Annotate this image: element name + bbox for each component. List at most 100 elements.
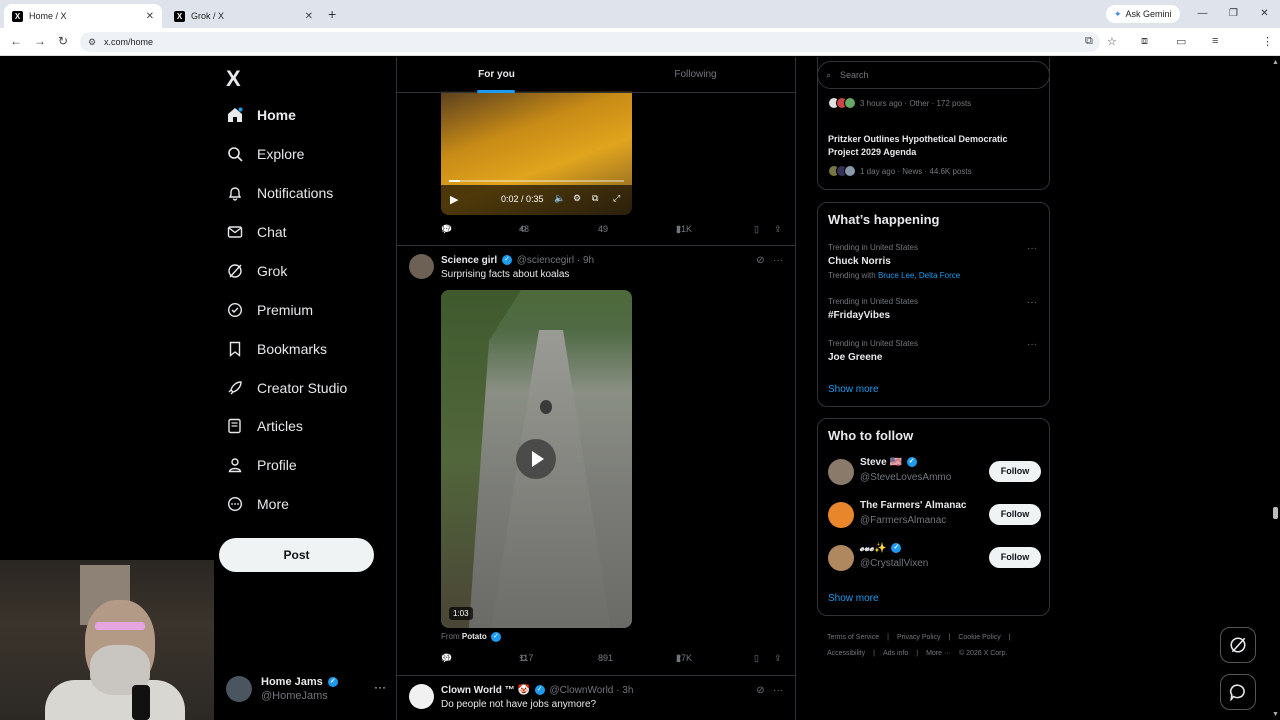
avatar[interactable] [409,254,434,279]
follow-suggestion[interactable]: Steve 🇺🇸 ✓ @SteveLovesAmmo Follow [828,457,1041,487]
x-logo-icon[interactable]: X [226,66,241,92]
install-app-icon[interactable]: ⧉ [1085,35,1093,48]
footer-link-privacy[interactable]: Privacy Policy [897,634,941,641]
restore-icon[interactable]: ❐ [1218,0,1249,28]
settings-icon[interactable]: ⚙ [573,193,581,204]
video-player[interactable]: ▶ 0:02 / 0:35 🔈 ⚙ ⧉ ⤢ [441,91,632,215]
close-tab-icon[interactable]: ✕ [146,11,154,22]
author-handle[interactable]: @ClownWorld [550,685,614,696]
more-icon[interactable]: ··· [1027,297,1037,308]
nav-profile[interactable]: Profile [226,446,297,484]
scroll-up-icon[interactable]: ▲ [1272,59,1279,66]
extensions-icon[interactable]: ⧈ [1141,35,1148,48]
ask-gemini-button[interactable]: ✦ Ask Gemini [1106,5,1180,23]
trend-name[interactable]: #FridayVibes [828,310,890,321]
follow-suggestion[interactable]: 𝓮𝓿𝓮✨ ✓ @CrystallVixen Follow [828,543,1041,573]
news-headline[interactable]: Pritzker Outlines Hypothetical Democrati… [828,133,1038,159]
nav-notifications[interactable]: Notifications [226,174,333,212]
footer-separator: | [948,634,951,641]
share-icon[interactable]: ⇪ [774,224,782,235]
nav-articles[interactable]: Articles [226,407,303,445]
pip-icon[interactable]: ⧉ [592,193,598,204]
author-handle[interactable]: @sciencegirl [517,255,574,266]
close-window-icon[interactable]: ✕ [1249,0,1280,28]
grok-icon[interactable]: ⊘ [756,255,764,266]
author-name[interactable]: Clown World ™ 🤡 [441,685,530,696]
chrome-menu-icon[interactable]: ⋮ [1262,35,1273,48]
share-icon[interactable]: ⇪ [774,653,782,664]
scroll-thumb[interactable] [1273,507,1278,519]
show-more-link[interactable]: Show more [828,384,879,395]
close-tab-icon[interactable]: ✕ [305,11,313,22]
right-sidebar: 3 hours ago · Other · 172 posts Pritzker… [817,57,1050,720]
footer-link-terms[interactable]: Terms of Service [827,634,879,641]
footer-link-accessibility[interactable]: Accessibility [827,650,865,657]
more-icon[interactable]: ··· [1027,339,1037,350]
author-name[interactable]: Science girl [441,255,497,266]
source-name[interactable]: Potato [462,632,487,641]
footer-link-ads[interactable]: Ads info [883,650,908,657]
nav-home[interactable]: Home [226,96,296,134]
avatar[interactable] [409,684,434,709]
trend-name[interactable]: Chuck Norris [828,256,891,267]
nav-creator-studio[interactable]: Creator Studio [226,369,347,407]
more-icon[interactable]: ··· [374,680,386,694]
section-title: Who to follow [828,428,914,443]
nav-premium[interactable]: Premium [226,291,313,329]
post-button[interactable]: Post [219,538,374,572]
grok-float-button[interactable] [1220,627,1256,663]
forward-icon[interactable]: → [34,34,46,48]
volume-icon[interactable]: 🔈 [554,193,565,204]
fullscreen-icon[interactable]: ⤢ [613,193,620,204]
search-input[interactable]: ⌕ Search [817,61,1050,89]
nav-explore[interactable]: Explore [226,135,304,173]
reading-list-icon[interactable]: ≡ [1212,35,1218,47]
grok-icon[interactable]: ⊘ [756,685,764,696]
tab-label: For you [478,69,515,80]
tab-following[interactable]: Following [596,57,795,93]
site-info-icon[interactable]: ⚙ [88,32,96,52]
scroll-down-icon[interactable]: ▼ [1272,711,1279,718]
play-icon[interactable]: ▶ [450,193,458,206]
follow-suggestion[interactable]: The Farmers' Almanac @FarmersAlmanac Fol… [828,500,1041,530]
video-player[interactable]: 1:03 [441,290,632,628]
reload-icon[interactable]: ↻ [58,34,68,48]
follow-button[interactable]: Follow [989,547,1041,568]
footer-link-more[interactable]: More ··· [926,650,951,657]
video-progress-bar[interactable] [449,180,624,182]
back-icon[interactable]: ← [10,34,22,48]
tab-for-you[interactable]: For you [397,57,596,93]
account-switcher[interactable]: Home Jams ✓ @HomeJams ··· [226,672,386,708]
minimize-icon[interactable]: — [1187,0,1218,28]
tweet-time[interactable]: · 3h [616,685,633,696]
more-icon[interactable]: ··· [773,685,783,696]
bookmark-star-icon[interactable]: ☆ [1107,35,1117,48]
browser-tab-grok[interactable]: X Grok / X ✕ [166,4,321,28]
follow-button[interactable]: Follow [989,461,1041,482]
account-handle: @HomeJams [261,690,328,702]
new-tab-button[interactable]: + [328,6,336,22]
trend-name[interactable]: Joe Greene [828,352,882,363]
split-view-icon[interactable]: ▭ [1176,35,1186,48]
bookmark-icon[interactable]: ▯ [754,653,759,664]
repost-count: 117 [519,653,534,663]
news-avatars [828,97,856,109]
nav-more[interactable]: More [226,485,289,523]
address-bar[interactable]: ⚙ x.com/home [80,32,1100,52]
footer-link-cookie[interactable]: Cookie Policy [958,634,1000,641]
nav-grok[interactable]: Grok [226,252,287,290]
more-icon[interactable]: ··· [773,255,783,266]
bookmark-icon[interactable]: ▯ [754,224,759,235]
tweet-time[interactable]: · 9h [577,255,594,266]
tab-title: Grok / X [191,11,225,21]
follow-button[interactable]: Follow [989,504,1041,525]
play-icon[interactable] [516,439,556,479]
browser-tab-home[interactable]: X Home / X ✕ [4,4,162,28]
more-icon[interactable]: ··· [1027,243,1037,254]
nav-chat[interactable]: Chat [226,213,287,251]
nav-bookmarks[interactable]: Bookmarks [226,330,327,368]
messages-float-button[interactable] [1220,674,1256,710]
page-scrollbar[interactable]: ▲ ▼ [1270,57,1280,720]
show-more-link[interactable]: Show more [828,593,879,604]
trend-with-links[interactable]: Bruce Lee, Delta Force [878,271,960,280]
